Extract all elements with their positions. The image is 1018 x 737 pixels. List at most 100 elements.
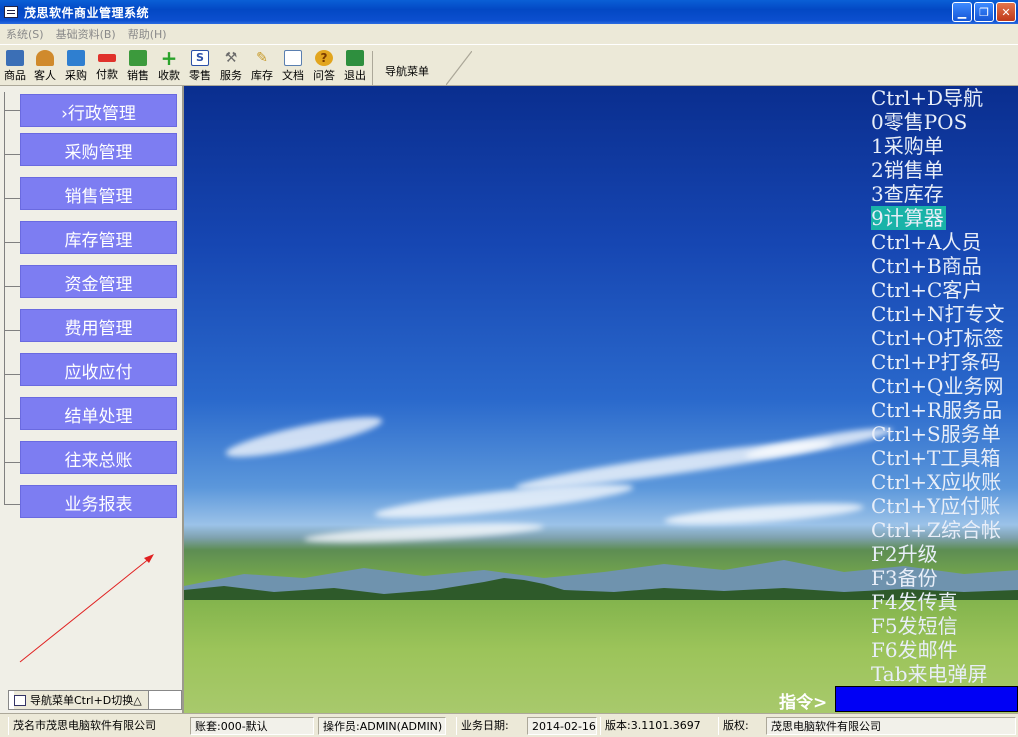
toolbar-label: 文档	[282, 69, 304, 82]
toolbar-product-button[interactable]: 商品	[1, 49, 29, 83]
toolbar-label: 问答	[313, 69, 335, 82]
nav-menu-tab-label: 导航菜单	[385, 65, 429, 78]
nav-bottom-tab[interactable]: 导航菜单Ctrl+D切换△	[8, 690, 182, 710]
toolbar-service-button[interactable]: ⚒ 服务	[217, 49, 245, 83]
shortcut-item[interactable]: F3备份	[871, 566, 1018, 590]
toolbar-inventory-button[interactable]: ✎ 库存	[248, 49, 276, 83]
status-copyright: 茂思电脑软件有限公司	[766, 717, 1016, 735]
main-workspace: Ctrl+D导航 0零售POS 1采购单 2销售单 3查库存 9计算器 Ctrl+A人员 Ct…	[184, 86, 1018, 713]
nav-sales-button[interactable]: 销售管理	[20, 177, 177, 210]
toolbar-label: 付款	[96, 68, 118, 81]
close-button[interactable]: ✕	[996, 2, 1016, 22]
nav-settlement-button[interactable]: 结单处理	[20, 397, 177, 430]
toolbar-retail-button[interactable]: S 零售	[186, 49, 214, 83]
shortcut-item[interactable]: Ctrl+N打专文	[871, 302, 1018, 326]
shortcut-item[interactable]: 1采购单	[871, 134, 1018, 158]
command-input[interactable]	[835, 686, 1018, 712]
tree-connector	[4, 374, 20, 375]
shortcut-item[interactable]: 2销售单	[871, 158, 1018, 182]
menu-bar: 系统(S) 基础资料(B) 帮助(H)	[0, 24, 1018, 44]
toolbar-exit-button[interactable]: 退出	[341, 49, 369, 83]
shortcut-item[interactable]: Ctrl+C客户	[871, 278, 1018, 302]
nav-receivable-payable-button[interactable]: 应收应付	[20, 353, 177, 386]
shortcut-item[interactable]: 0零售POS	[871, 110, 1018, 134]
toolbar-payment-button[interactable]: 付款	[93, 49, 121, 83]
tree-connector	[4, 110, 20, 111]
shortcut-item[interactable]: Ctrl+R服务品	[871, 398, 1018, 422]
toolbar-label: 退出	[344, 69, 366, 82]
nav-ledger-button[interactable]: 往来总账	[20, 441, 177, 474]
shortcut-item[interactable]: Ctrl+T工具箱	[871, 446, 1018, 470]
tree-connector	[4, 154, 20, 155]
menu-basic-data[interactable]: 基础资料(B)	[50, 26, 122, 42]
shortcut-item[interactable]: Ctrl+O打标签	[871, 326, 1018, 350]
shortcut-item[interactable]: F5发短信	[871, 614, 1018, 638]
tree-connector	[4, 286, 20, 287]
status-date: 2014-02-16	[527, 717, 597, 735]
shortcut-list: Ctrl+D导航 0零售POS 1采购单 2销售单 3查库存 9计算器 Ctrl+A人员 Ct…	[871, 86, 1018, 686]
toolbar-customer-button[interactable]: 客人	[31, 49, 59, 83]
shortcut-item[interactable]: Ctrl+D导航	[871, 86, 1018, 110]
tree-icon	[14, 694, 26, 706]
red-arrow-annotation	[19, 554, 154, 663]
shortcut-item[interactable]: Tab来电弹屏	[871, 662, 1018, 686]
shortcut-item[interactable]: Ctrl+Q业务网	[871, 374, 1018, 398]
nav-bottom-tab-selected[interactable]: 导航菜单Ctrl+D切换△	[14, 691, 149, 709]
nav-purchase-button[interactable]: 采购管理	[20, 133, 177, 166]
app-icon[interactable]	[4, 6, 18, 18]
shortcut-item[interactable]: Ctrl+A人员	[871, 230, 1018, 254]
nav-inventory-button[interactable]: 库存管理	[20, 221, 177, 254]
nav-funds-button[interactable]: 资金管理	[20, 265, 177, 298]
title-bar: 茂思软件商业管理系统 ▁ ❐ ✕	[0, 0, 1018, 24]
shortcut-item[interactable]: 9计算器	[871, 206, 946, 230]
toolbar-sales-button[interactable]: 销售	[124, 49, 152, 83]
nav-admin-button[interactable]: ›行政管理	[20, 94, 177, 127]
tree-connector	[4, 198, 20, 199]
toolbar-document-button[interactable]: 文档	[279, 49, 307, 83]
toolbar: 商品 客人 采购 付款 销售 + 收款 S 零售 ⚒ 服务 ✎ 库存 文档 ? 问答 退出…	[0, 44, 1018, 86]
toolbar-label: 库存	[251, 69, 273, 82]
restore-button[interactable]: ❐	[974, 2, 994, 22]
tree-connector	[4, 418, 20, 419]
tree-connector	[4, 330, 20, 331]
status-company: 茂名市茂思电脑软件有限公司	[8, 717, 183, 735]
nav-reports-button[interactable]: 业务报表	[20, 485, 177, 518]
toolbar-label: 零售	[189, 69, 211, 82]
cloud	[303, 519, 545, 547]
minimize-button[interactable]: ▁	[952, 2, 972, 22]
shortcut-item[interactable]: Ctrl+X应收账	[871, 470, 1018, 494]
menu-system[interactable]: 系统(S)	[0, 26, 50, 42]
status-account: 账套:000-默认	[190, 717, 314, 735]
shortcut-item[interactable]: Ctrl+S服务单	[871, 422, 1018, 446]
shortcut-item[interactable]: F6发邮件	[871, 638, 1018, 662]
shortcut-item[interactable]: Ctrl+P打条码	[871, 350, 1018, 374]
cloud	[223, 409, 385, 465]
cloud	[663, 499, 865, 529]
command-label: 指令>	[779, 693, 828, 713]
shortcut-item[interactable]: F2升级	[871, 542, 1018, 566]
status-copyright-label: 版权:	[718, 717, 762, 735]
tree-connector	[4, 462, 20, 463]
toolbar-label: 收款	[158, 69, 180, 82]
payment-icon	[98, 54, 116, 62]
toolbar-label: 采购	[65, 69, 87, 82]
exit-icon	[346, 50, 364, 66]
shortcut-item[interactable]: Ctrl+Y应付账	[871, 494, 1018, 518]
toolbar-label: 销售	[127, 69, 149, 82]
toolbar-receipt-button[interactable]: + 收款	[155, 46, 183, 83]
nav-expense-button[interactable]: 费用管理	[20, 309, 177, 342]
plus-icon: +	[160, 46, 178, 70]
shortcut-item[interactable]: 3查库存	[871, 182, 1018, 206]
nav-bottom-tab-label: 导航菜单Ctrl+D切换△	[30, 694, 142, 707]
toolbar-qa-button[interactable]: ? 问答	[310, 49, 338, 83]
shortcut-item[interactable]: Ctrl+B商品	[871, 254, 1018, 278]
shortcut-item[interactable]: F4发传真	[871, 590, 1018, 614]
toolbar-purchase-button[interactable]: 采购	[62, 49, 90, 83]
menu-help[interactable]: 帮助(H)	[122, 26, 173, 42]
shortcut-item[interactable]: Ctrl+Z综合帐	[871, 518, 1018, 542]
toolbar-label: 服务	[220, 69, 242, 82]
status-date-label: 业务日期:	[456, 717, 524, 735]
tree-connector	[4, 504, 20, 505]
question-icon: ?	[315, 50, 333, 66]
nav-menu-tab[interactable]: 导航菜单	[372, 51, 472, 85]
